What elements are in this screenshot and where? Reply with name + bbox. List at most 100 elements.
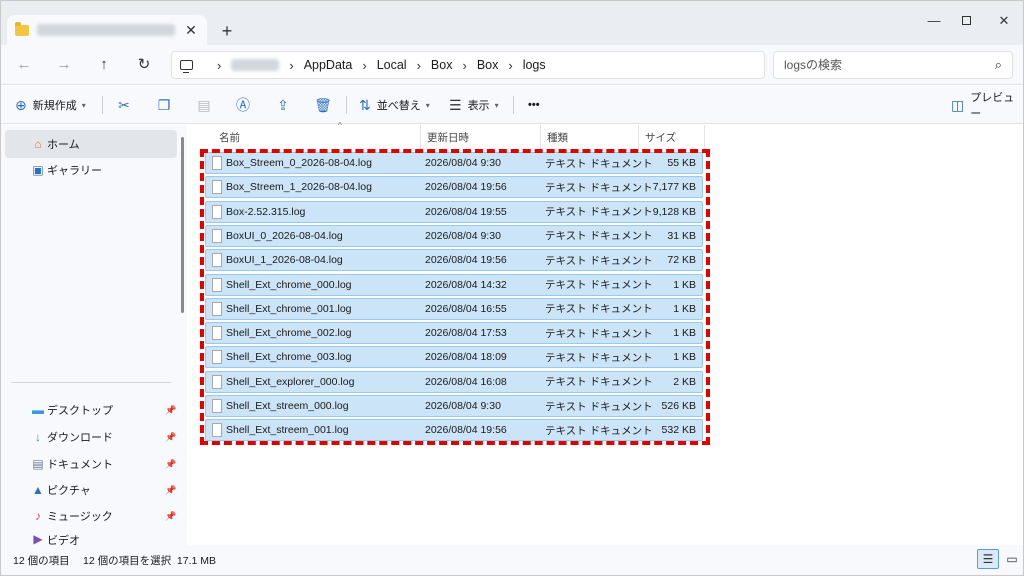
file-size: 1 KB [673,351,696,364]
file-size: 1 KB [673,327,696,340]
breadcrumb-box-2[interactable]: Box [477,58,499,72]
sidebar-item-downloads[interactable]: ↓ ダウンロード 📌 [5,423,177,451]
column-header-date[interactable]: 更新日時 [421,125,541,149]
file-list-pane: ^ 名前 更新日時 種類 サイズ Box_Streem_0_2026-08-04… [187,121,1023,545]
tiles-view-icon: ▭ [1006,552,1018,566]
file-name: BoxUI_1_2026-08-04.log [226,254,343,267]
minimize-button[interactable]: — [919,13,949,28]
back-button[interactable]: ← [13,55,35,75]
text-file-icon [212,253,222,268]
new-tab-button[interactable]: + [217,21,237,41]
file-row[interactable]: BoxUI_0_2026-08-04.log 2026/08/04 9:30 テキス… [205,224,703,247]
details-view-icon: ☰ [982,552,994,566]
file-type: テキスト ドキュメント [545,279,653,291]
rename-button[interactable]: Ⓐ [232,94,254,116]
file-type: テキスト ドキュメント [545,303,653,316]
column-header-type[interactable]: 種類 [541,125,639,149]
share-button[interactable]: ⇪ [272,94,294,116]
file-size: 31 KB [667,229,696,242]
sidebar-item-label: ドキュメント [47,459,113,471]
file-size: 72 KB [667,254,696,267]
close-button[interactable]: ✕ [989,13,1019,29]
file-row[interactable]: Shell_Ext_chrome_002.log 2026/08/04 17:53… [205,322,703,345]
file-type: テキスト ドキュメント [545,351,653,364]
breadcrumb-redacted[interactable] [231,59,280,71]
sort-icon: ⇅ [359,96,371,113]
breadcrumb-box[interactable]: Box [431,58,453,72]
search-icon: ⌕ [994,57,1002,72]
preview-button[interactable]: ◫ プレビュー [951,92,1023,120]
file-name: Shell_Ext_chrome_003.log [226,351,352,364]
file-row[interactable]: Box_Streem_0_2026-08-04.log 2026/08/04 9:… [205,152,703,174]
file-row[interactable]: Shell_Ext_streem_000.log 2026/08/04 9:30 テ… [205,395,703,417]
sidebar-item-desktop[interactable]: ▬ デスクトップ 📌 [5,396,177,424]
computer-icon [180,60,193,73]
column-header-size[interactable]: サイズ [639,125,705,149]
tab-current[interactable]: ✕ [7,15,207,45]
forward-button[interactable]: → [53,55,75,75]
maximize-icon [961,16,971,25]
sidebar-item-music[interactable]: ♪ ミュージック 📌 [5,502,177,530]
status-bar: 12 個の項目 12 個の項目を選択 17.1 MB ☰ ▭ [1,545,1023,575]
cut-button[interactable]: ✂ [113,94,135,116]
new-button[interactable]: ⊕ 新規作成 ▾ [15,94,86,116]
file-name: Shell_Ext_chrome_002.log [226,327,352,340]
sidebar-scrollbar[interactable] [181,137,184,313]
plus-circle-icon: ⊕ [15,96,27,113]
sidebar-item-label: ビデオ [47,535,80,545]
file-row[interactable]: BoxUI_1_2026-08-04.log 2026/08/04 19:56 テキ… [205,249,703,272]
desktop-icon: ▬ [32,403,44,417]
file-name: Shell_Ext_chrome_000.log [226,278,352,291]
more-options-button[interactable]: ••• [528,94,540,116]
breadcrumb-logs[interactable]: logs [523,58,546,72]
sort-button[interactable]: ⇅ 並べ替え ▾ [359,94,430,116]
delete-button[interactable]: 🗑 [312,94,334,116]
refresh-button[interactable]: ↻ [133,55,155,75]
text-file-icon [212,423,222,438]
view-button[interactable]: ☰ 表示 ▾ [449,94,499,116]
file-row[interactable]: Box_Streem_1_2026-08-04.log 2026/08/04 19… [205,176,703,199]
tab-close-button[interactable]: ✕ [183,22,199,39]
file-date: 2026/08/04 9:30 [425,400,501,412]
trash-icon: 🗑 [314,97,332,113]
file-name: Box_Streem_1_2026-08-04.log [226,181,372,194]
sidebar-item-home[interactable]: ⌂ ホーム [5,130,177,158]
document-icon: ▤ [32,457,44,471]
column-header-date-label: 更新日時 [427,131,469,144]
search-input[interactable] [784,58,974,72]
sidebar-item-documents[interactable]: ▤ ドキュメント 📌 [5,450,177,478]
file-date: 2026/08/04 14:32 [425,278,507,291]
sidebar-item-videos[interactable]: ▶ ビデオ [5,528,177,545]
tiles-view-button[interactable]: ▭ [1001,549,1023,569]
file-size: 2 KB [673,375,696,388]
file-row[interactable]: Shell_Ext_streem_001.log 2026/08/04 19:56… [205,419,703,442]
file-row[interactable]: Box-2.52.315.log 2026/08/04 19:55 テキスト ドキュ… [205,200,703,223]
text-file-icon [212,156,222,170]
copy-button[interactable]: ❐ [153,94,175,116]
music-icon: ♪ [35,509,41,523]
home-icon: ⌂ [34,137,42,151]
details-view-button[interactable]: ☰ [977,549,999,569]
text-file-icon [212,228,222,243]
file-row[interactable]: Shell_Ext_chrome_003.log 2026/08/04 18:09… [205,346,703,369]
file-row[interactable]: Shell_Ext_explorer_000.log 2026/08/04 16:… [205,370,703,393]
maximize-button[interactable] [951,13,981,28]
tab-title-redacted [37,24,175,36]
paste-button[interactable]: ▤ [193,94,215,116]
file-row[interactable]: Shell_Ext_chrome_000.log 2026/08/04 14:32… [205,273,703,296]
breadcrumb-local[interactable]: Local [377,58,407,72]
sidebar-item-gallery[interactable]: ▣ ギャラリー [5,156,177,184]
file-size: 526 KB [661,400,696,412]
chevron-down-icon: ▾ [425,100,430,110]
breadcrumb-appdata[interactable]: AppData [304,58,353,72]
navigation-pane: ⌂ ホーム ▣ ギャラリー ▬ デスクトップ 📌 ↓ ダウンロード 📌 ▤ ドキ… [1,125,187,545]
sidebar-item-label: デスクトップ [47,405,113,417]
address-bar[interactable]: › › AppData › Local › Box › Box › logs [171,51,765,79]
file-type: テキスト ドキュメント [545,400,653,413]
column-header-name[interactable]: ^ 名前 [213,121,421,149]
up-button[interactable]: ↑ [93,55,115,75]
sidebar-item-pictures[interactable]: ▲ ピクチャ 📌 [5,476,177,504]
file-row[interactable]: Shell_Ext_chrome_001.log 2026/08/04 16:55… [205,297,703,320]
file-name: Shell_Ext_streem_000.log [226,400,349,412]
chevron-right-icon: › [416,57,421,73]
